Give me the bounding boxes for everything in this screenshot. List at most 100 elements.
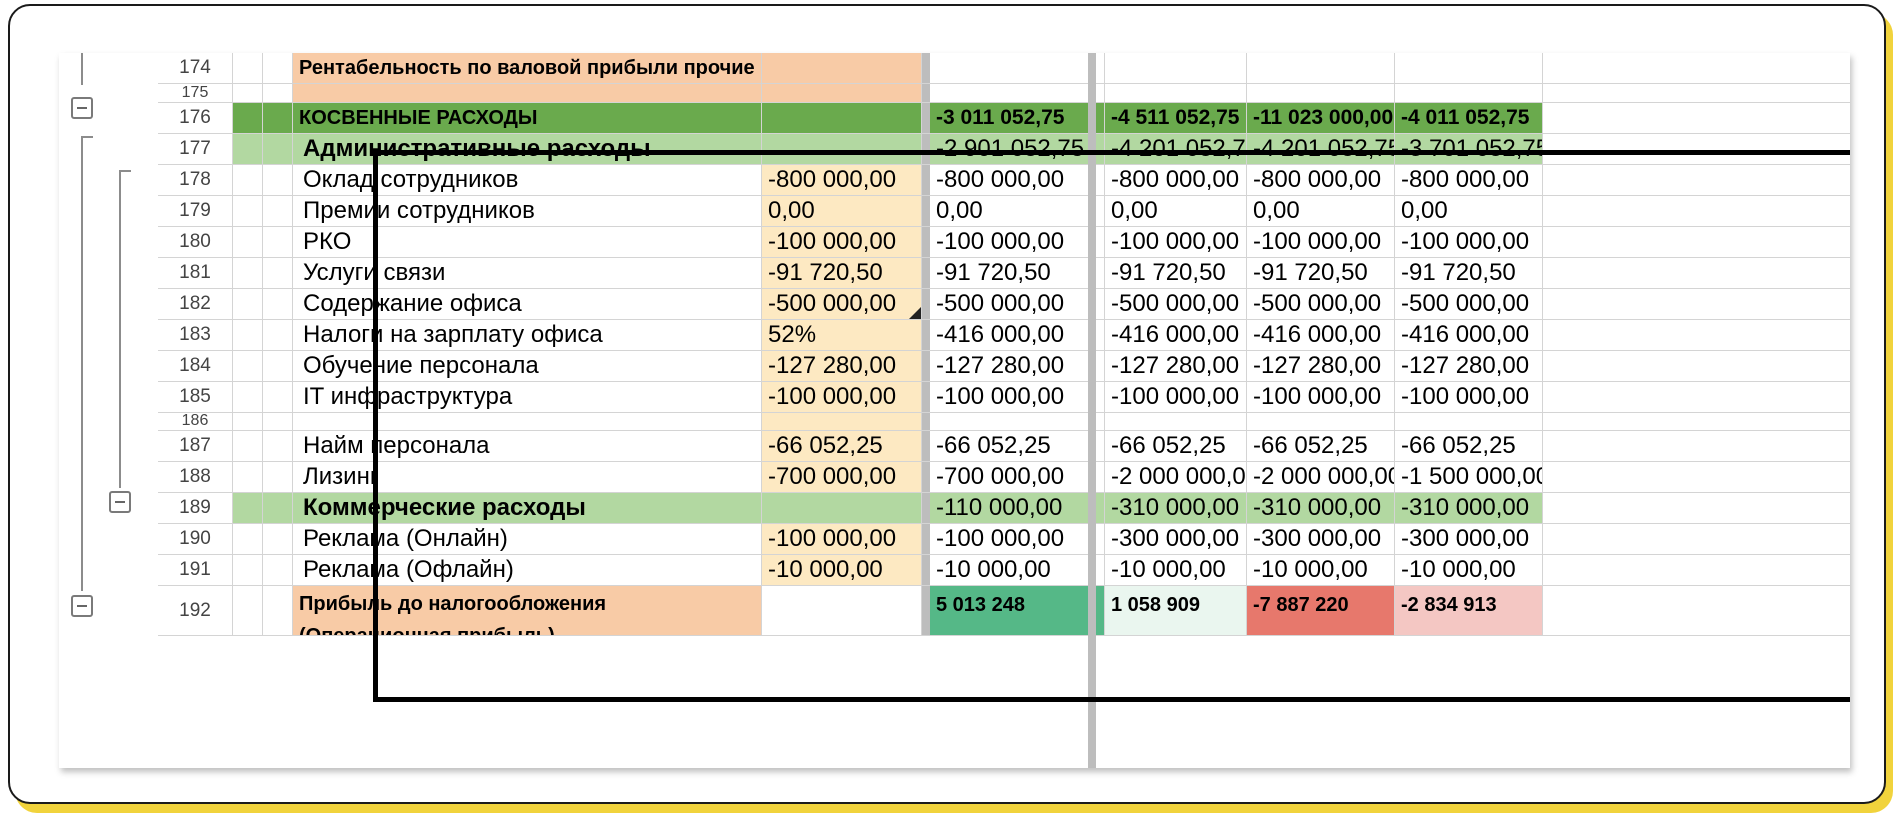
row-label-cell[interactable]: Прибыль до налогообложения (Операционная…: [293, 586, 762, 636]
cell[interactable]: [263, 196, 293, 227]
cell[interactable]: [922, 431, 930, 462]
value-cell[interactable]: [1395, 84, 1543, 103]
value-cell[interactable]: -416 000,00: [1395, 320, 1543, 351]
value-cell[interactable]: -10 000,00: [1105, 555, 1247, 586]
row-header[interactable]: 182: [158, 289, 233, 320]
cell[interactable]: [922, 555, 930, 586]
value-cell[interactable]: -500 000,00: [1105, 289, 1247, 320]
cell[interactable]: [263, 103, 293, 134]
row-header[interactable]: 174: [158, 53, 233, 84]
cell[interactable]: [1543, 462, 1850, 493]
value-cell[interactable]: [1247, 53, 1395, 84]
value-cell[interactable]: -91 720,50: [1395, 258, 1543, 289]
row-header[interactable]: 184: [158, 351, 233, 382]
cell[interactable]: [922, 289, 930, 320]
value-cell[interactable]: -127 280,00: [1395, 351, 1543, 382]
value-cell[interactable]: [1247, 84, 1395, 103]
value-cell[interactable]: -310 000,00: [1395, 493, 1543, 524]
row-header[interactable]: 185: [158, 382, 233, 413]
value-cell[interactable]: -100 000,00: [930, 524, 1105, 555]
cell[interactable]: [1543, 289, 1850, 320]
row-header[interactable]: 176: [158, 103, 233, 134]
row-label-cell[interactable]: Административные расходы: [293, 134, 762, 165]
cell[interactable]: [233, 413, 263, 431]
cell[interactable]: [263, 586, 293, 636]
value-cell[interactable]: -3 011 052,75: [930, 103, 1105, 134]
row-label-cell[interactable]: Содержание офиса: [293, 289, 762, 320]
cell[interactable]: [922, 351, 930, 382]
value-cell[interactable]: -300 000,00: [1247, 524, 1395, 555]
value-cell[interactable]: -2 000 000,00: [1105, 462, 1247, 493]
cell[interactable]: [233, 289, 263, 320]
cell[interactable]: [1543, 431, 1850, 462]
cell[interactable]: [233, 84, 263, 103]
input-cell[interactable]: -100 000,00: [762, 524, 922, 555]
input-cell[interactable]: [762, 493, 922, 524]
cell[interactable]: [233, 134, 263, 165]
row-label-cell[interactable]: Лизинг: [293, 462, 762, 493]
cell[interactable]: [1543, 103, 1850, 134]
input-cell[interactable]: -10 000,00: [762, 555, 922, 586]
collapse-group-192-icon[interactable]: [71, 595, 93, 617]
value-cell[interactable]: -100 000,00: [1247, 227, 1395, 258]
input-cell[interactable]: [762, 84, 922, 103]
cell[interactable]: [263, 84, 293, 103]
row-header[interactable]: 183: [158, 320, 233, 351]
cell[interactable]: [233, 431, 263, 462]
value-cell[interactable]: -4 011 052,75: [1395, 103, 1543, 134]
value-cell[interactable]: -100 000,00: [1105, 382, 1247, 413]
value-cell[interactable]: -100 000,00: [1247, 382, 1395, 413]
cell[interactable]: [922, 103, 930, 134]
input-cell[interactable]: 0,00: [762, 196, 922, 227]
value-cell[interactable]: [1105, 413, 1247, 431]
value-cell[interactable]: -2 000 000,00: [1247, 462, 1395, 493]
row-label-cell[interactable]: РКО: [293, 227, 762, 258]
row-header[interactable]: 187: [158, 431, 233, 462]
value-cell[interactable]: [1395, 53, 1543, 84]
value-cell[interactable]: -416 000,00: [1105, 320, 1247, 351]
input-cell[interactable]: -500 000,00: [762, 289, 922, 320]
cell[interactable]: [233, 165, 263, 196]
value-cell[interactable]: [1395, 413, 1543, 431]
value-cell[interactable]: 0,00: [1247, 196, 1395, 227]
cell[interactable]: [1543, 382, 1850, 413]
value-cell[interactable]: [930, 84, 1105, 103]
cell[interactable]: [233, 493, 263, 524]
cell[interactable]: [263, 134, 293, 165]
cell[interactable]: [1543, 413, 1850, 431]
row-label-cell[interactable]: Реклама (Онлайн): [293, 524, 762, 555]
row-label-cell[interactable]: Реклама (Офлайн): [293, 555, 762, 586]
value-cell[interactable]: 0,00: [1395, 196, 1543, 227]
value-cell[interactable]: -4 201 052,75: [1247, 134, 1395, 165]
cell[interactable]: [922, 134, 930, 165]
value-cell[interactable]: -416 000,00: [1247, 320, 1395, 351]
cell[interactable]: [233, 555, 263, 586]
cell[interactable]: [922, 227, 930, 258]
cell[interactable]: [1543, 555, 1850, 586]
value-cell[interactable]: -100 000,00: [1395, 227, 1543, 258]
value-cell[interactable]: -66 052,25: [930, 431, 1105, 462]
cell[interactable]: [1543, 134, 1850, 165]
value-cell[interactable]: -127 280,00: [1105, 351, 1247, 382]
input-cell[interactable]: -700 000,00: [762, 462, 922, 493]
cell[interactable]: [922, 53, 930, 84]
value-cell[interactable]: 0,00: [1105, 196, 1247, 227]
value-cell[interactable]: -4 201 052,75: [1105, 134, 1247, 165]
row-header[interactable]: 177: [158, 134, 233, 165]
cell[interactable]: [263, 413, 293, 431]
cell[interactable]: [263, 258, 293, 289]
cell[interactable]: [922, 586, 930, 636]
value-cell[interactable]: -800 000,00: [930, 165, 1105, 196]
cell[interactable]: [263, 320, 293, 351]
value-cell[interactable]: [930, 53, 1105, 84]
cell[interactable]: [1543, 84, 1850, 103]
cell[interactable]: [233, 586, 263, 636]
value-cell[interactable]: -91 720,50: [1247, 258, 1395, 289]
value-cell[interactable]: -2 834 913: [1395, 586, 1543, 636]
row-label-cell[interactable]: Услуги связи: [293, 258, 762, 289]
cell[interactable]: [922, 165, 930, 196]
input-cell[interactable]: -91 720,50: [762, 258, 922, 289]
cell[interactable]: [263, 462, 293, 493]
row-label-cell[interactable]: Найм персонала: [293, 431, 762, 462]
value-cell[interactable]: -1 500 000,00: [1395, 462, 1543, 493]
